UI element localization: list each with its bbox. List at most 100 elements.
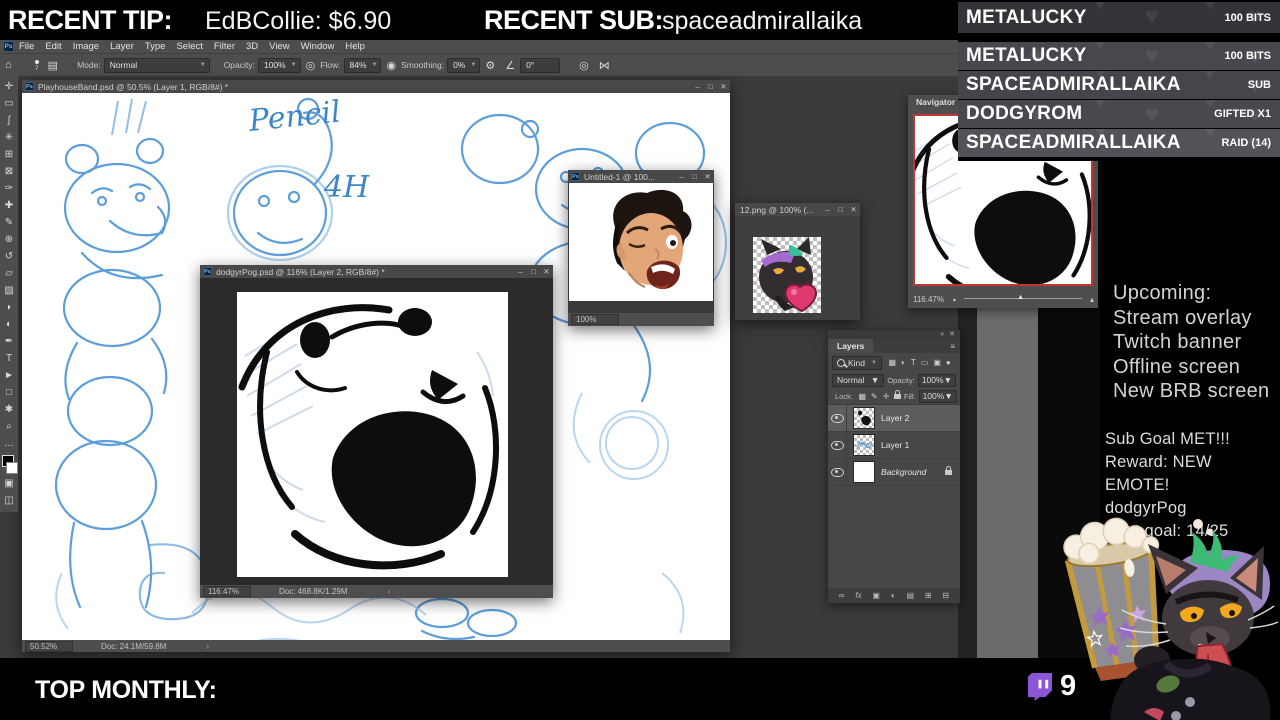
healing-brush-tool[interactable]: ✚ xyxy=(0,197,18,214)
slider-thumb-icon[interactable]: ▲ xyxy=(1017,294,1024,301)
zoom-level-field[interactable]: 100% xyxy=(571,314,619,325)
screen-mode-icon[interactable]: ◫ xyxy=(0,492,18,509)
layer-row-layer2[interactable]: Layer 2 xyxy=(828,405,960,432)
zoom-out-icon[interactable]: ▴ xyxy=(953,296,956,303)
smoothing-select[interactable]: 0% ▼ xyxy=(447,57,481,73)
mode-select[interactable]: Normal ▼ xyxy=(103,57,210,73)
type-tool[interactable]: T xyxy=(0,350,18,367)
pressure-size-icon[interactable]: ◎ xyxy=(579,59,589,72)
menu-item[interactable]: Layer xyxy=(110,41,134,52)
visibility-toggle[interactable] xyxy=(828,405,847,431)
lasso-tool[interactable]: ʃ xyxy=(0,112,18,129)
canvas-untitled1[interactable] xyxy=(569,183,713,301)
close-icon[interactable]: ✕ xyxy=(717,82,730,91)
status-chevron-icon[interactable]: › xyxy=(206,642,209,651)
zoom-in-icon[interactable]: ▴ xyxy=(1090,295,1094,304)
window-titlebar[interactable]: 12.png @ 100% (... – □ ✕ xyxy=(735,203,860,216)
menu-item[interactable]: Edit xyxy=(45,41,61,52)
close-icon[interactable]: ✕ xyxy=(540,267,553,276)
layer-mask-icon[interactable]: ▣ xyxy=(872,591,880,600)
canvas-12png[interactable] xyxy=(753,237,821,313)
filter-pixel-icon[interactable]: ▦ xyxy=(888,358,896,367)
minimize-icon[interactable]: – xyxy=(821,205,834,214)
eraser-tool[interactable]: ▱ xyxy=(0,265,18,282)
tab-layers[interactable]: Layers xyxy=(828,339,874,353)
smudge-tool[interactable]: ◗ xyxy=(0,299,18,316)
pressure-opacity-icon[interactable]: ◎ xyxy=(306,59,316,72)
menu-item[interactable]: Image xyxy=(73,41,99,52)
more-tools[interactable]: … xyxy=(0,435,18,452)
panel-menu-icon[interactable]: ≡ xyxy=(950,342,955,351)
maximize-icon[interactable]: □ xyxy=(527,267,540,276)
maximize-icon[interactable]: □ xyxy=(834,205,847,214)
history-brush-tool[interactable]: ↺ xyxy=(0,248,18,265)
lock-all-icon[interactable] xyxy=(894,389,902,401)
marquee-tool[interactable]: ▭ xyxy=(0,95,18,112)
adjustment-layer-icon[interactable]: ◐ xyxy=(891,591,896,600)
canvas-dodgyrpog[interactable] xyxy=(237,292,508,577)
move-tool[interactable]: ✛ xyxy=(0,78,18,95)
fill-field[interactable]: 100% ▼ xyxy=(918,389,957,403)
zoom-tool[interactable]: ⌕ xyxy=(0,418,18,435)
filter-shape-icon[interactable]: ▭ xyxy=(921,358,929,367)
status-chevron-icon[interactable]: › xyxy=(387,587,390,596)
filter-smart-object-icon[interactable]: ▣ xyxy=(933,358,941,367)
layer-thumbnail[interactable] xyxy=(853,407,875,429)
symmetry-icon[interactable]: ⋈ xyxy=(599,59,610,72)
menu-item[interactable]: Select xyxy=(176,41,202,52)
tab-navigator[interactable]: Navigator xyxy=(908,95,966,110)
clone-stamp-tool[interactable]: ⊕ xyxy=(0,231,18,248)
visibility-toggle[interactable] xyxy=(828,432,847,458)
filter-type-icon[interactable]: T xyxy=(911,358,916,367)
close-icon[interactable]: ✕ xyxy=(847,205,860,214)
pen-tool[interactable]: ✒ xyxy=(0,333,18,350)
shape-tool[interactable]: □ xyxy=(0,384,18,401)
layer-thumbnail[interactable] xyxy=(853,434,875,456)
layer-effects-icon[interactable]: fx xyxy=(855,591,861,600)
background-color-swatch[interactable] xyxy=(6,462,18,474)
collapse-panel-icon[interactable]: « xyxy=(940,331,944,338)
hand-tool[interactable]: ✱ xyxy=(0,401,18,418)
filter-adjustment-icon[interactable]: ◐ xyxy=(901,358,906,367)
quick-selection-tool[interactable]: ✳ xyxy=(0,129,18,146)
link-layers-icon[interactable]: ∞ xyxy=(839,591,845,600)
navigator-zoom-value[interactable]: 116.47% xyxy=(913,295,953,304)
gradient-tool[interactable]: ▨ xyxy=(0,282,18,299)
color-swatches[interactable] xyxy=(0,453,18,475)
kind-filter-select[interactable]: Kind ▼ xyxy=(832,355,882,370)
menu-item[interactable]: Help xyxy=(345,41,365,52)
blend-mode-select[interactable]: Normal ▼ xyxy=(832,373,885,387)
menu-item[interactable]: Type xyxy=(145,41,166,52)
menu-item[interactable]: 3D xyxy=(246,41,258,52)
menu-item[interactable]: File xyxy=(19,41,34,52)
home-icon[interactable]: ⌂ xyxy=(5,59,12,71)
dodge-tool[interactable]: ◐ xyxy=(0,316,18,333)
window-titlebar[interactable]: Ps PlayhouseBand.psd @ 50.5% (Layer 1, R… xyxy=(22,80,730,93)
minimize-icon[interactable]: – xyxy=(691,82,704,91)
quick-mask-icon[interactable]: ▣ xyxy=(0,475,18,492)
gear-icon[interactable]: ⚙ xyxy=(485,59,495,72)
menu-item[interactable]: Window xyxy=(301,41,335,52)
airbrush-icon[interactable]: ◉ xyxy=(386,59,396,72)
layer-opacity-field[interactable]: 100% ▼ xyxy=(917,373,956,387)
navigator-zoom-slider[interactable]: ▲ xyxy=(964,291,1082,308)
new-layer-icon[interactable]: ⊞ xyxy=(925,591,932,600)
angle-field[interactable]: 0° xyxy=(520,57,561,73)
layer-group-icon[interactable]: ▤ xyxy=(906,591,914,600)
close-panel-icon[interactable]: ✕ xyxy=(949,331,955,338)
lock-move-icon[interactable]: ✛ xyxy=(883,392,890,401)
lock-paint-icon[interactable]: ✎ xyxy=(871,392,878,401)
layer-row-background[interactable]: Background xyxy=(828,459,960,486)
frame-tool[interactable]: ⊠ xyxy=(0,163,18,180)
brush-panel-toggle-icon[interactable]: ▤ xyxy=(48,59,58,72)
layer-thumbnail[interactable] xyxy=(853,461,875,483)
filter-toggle-icon[interactable]: ● xyxy=(946,358,951,367)
crop-tool[interactable]: ⊞ xyxy=(0,146,18,163)
delete-layer-icon[interactable]: ⊟ xyxy=(942,591,949,600)
zoom-level-field[interactable]: 50.52% xyxy=(25,640,73,652)
minimize-icon[interactable]: – xyxy=(675,172,688,181)
maximize-icon[interactable]: □ xyxy=(704,82,717,91)
brush-preset-icon[interactable]: 7 xyxy=(34,59,39,71)
opacity-select[interactable]: 100% ▼ xyxy=(257,57,301,73)
lock-transparency-icon[interactable]: ▦ xyxy=(858,392,866,401)
